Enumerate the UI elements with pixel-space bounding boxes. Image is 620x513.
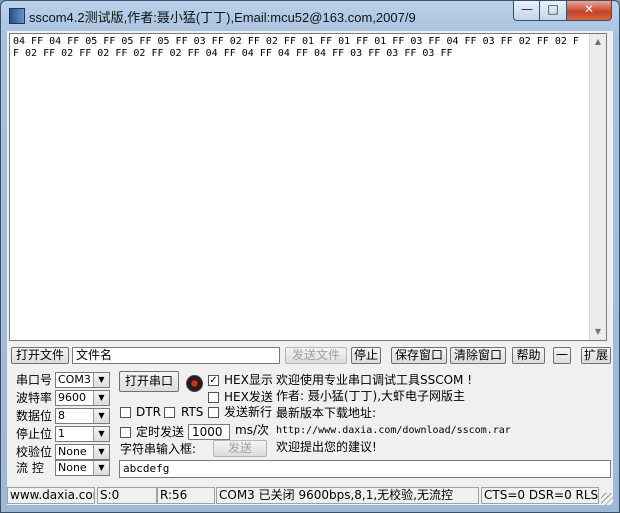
stopbits-label: 停止位 <box>16 427 53 441</box>
flow-select[interactable]: None ▼ <box>55 460 110 476</box>
status-site: www.daxia.cor <box>7 487 95 504</box>
stopbits-value: 1 <box>58 427 65 440</box>
send-newline-checkbox[interactable] <box>208 407 219 418</box>
stopbits-select[interactable]: 1 ▼ <box>55 426 110 442</box>
app-window: sscom4.2测试版,作者:聂小猛(丁丁),Email:mcu52@163.c… <box>0 0 620 513</box>
chevron-down-icon[interactable]: ▼ <box>93 445 109 459</box>
status-sent-count: S:0 <box>97 487 157 504</box>
send-input-field[interactable]: abcdefg <box>119 460 611 478</box>
char-input-label: 字符串输入框: <box>120 442 197 456</box>
databits-value: 8 <box>58 409 65 422</box>
info-line-3: 最新版本下载地址: <box>276 406 377 420</box>
client-area: 04 FF 04 FF 05 FF 05 FF 05 FF 03 FF 02 F… <box>7 31 613 505</box>
send-file-button[interactable]: 发送文件 <box>285 347 347 364</box>
parity-select[interactable]: None ▼ <box>55 444 110 460</box>
hex-display-label: HEX显示 <box>224 373 273 387</box>
baud-value: 9600 <box>58 391 86 404</box>
dtr-label: DTR <box>136 405 161 419</box>
port-label: 串口号 <box>16 373 53 387</box>
file-name-field[interactable]: 文件名 <box>72 347 280 364</box>
databits-label: 数据位 <box>16 409 53 423</box>
clear-window-button[interactable]: 清除窗口 <box>450 347 506 364</box>
status-signals: CTS=0 DSR=0 RLSI <box>481 487 599 504</box>
close-button[interactable]: ✕ <box>566 1 612 21</box>
flow-label: 流 控 <box>16 461 44 475</box>
status-received-count: R:56 <box>157 487 215 504</box>
parity-label: 校验位 <box>16 445 53 459</box>
info-line-2: 作者: 聂小猛(丁丁),大虾电子网版主 <box>276 389 466 403</box>
status-bar: www.daxia.cor S:0 R:56 COM3 已关闭 9600bps,… <box>7 485 613 505</box>
baud-label: 波特率 <box>16 391 53 405</box>
resize-grip-icon[interactable] <box>601 493 613 505</box>
info-line-1: 欢迎使用专业串口调试工具SSCOM ! <box>276 373 473 387</box>
chevron-down-icon[interactable]: ▼ <box>93 391 109 405</box>
chevron-down-icon[interactable]: ▼ <box>93 427 109 441</box>
port-select[interactable]: COM3 ▼ <box>55 372 110 388</box>
scroll-up-icon[interactable]: ▲ <box>590 34 606 50</box>
interval-unit-label: ms/次 <box>235 423 269 437</box>
scroll-down-icon[interactable]: ▼ <box>590 324 606 340</box>
dtr-checkbox[interactable] <box>120 407 131 418</box>
help-button[interactable]: 帮助 <box>512 347 545 364</box>
databits-select[interactable]: 8 ▼ <box>55 408 110 424</box>
title-bar[interactable]: sscom4.2测试版,作者:聂小猛(丁丁),Email:mcu52@163.c… <box>1 1 619 31</box>
hex-display-checkbox[interactable]: ✓ <box>208 375 219 386</box>
open-file-button[interactable]: 打开文件 <box>11 347 69 364</box>
send-button[interactable]: 发送 <box>213 440 267 457</box>
baud-select[interactable]: 9600 ▼ <box>55 390 110 406</box>
minimize-button[interactable]: — <box>513 1 541 21</box>
hex-send-label: HEX发送 <box>224 390 273 404</box>
flow-value: None <box>58 461 87 474</box>
vertical-scrollbar[interactable]: ▲ ▼ <box>589 34 606 340</box>
maximize-button[interactable]: □ <box>539 1 567 21</box>
received-data-text: 04 FF 04 FF 05 FF 05 FF 05 FF 03 FF 02 F… <box>13 36 579 59</box>
open-port-button[interactable]: 打开串口 <box>119 371 179 392</box>
port-value: COM3 <box>58 373 91 386</box>
info-line-5: 欢迎提出您的建议! <box>276 440 377 454</box>
chevron-down-icon[interactable]: ▼ <box>93 409 109 423</box>
port-status-led-icon <box>186 375 203 392</box>
rts-label: RTS <box>181 405 204 419</box>
window-title: sscom4.2测试版,作者:聂小猛(丁丁),Email:mcu52@163.c… <box>29 10 416 25</box>
download-url[interactable]: http://www.daxia.com/download/sscom.rar <box>276 423 511 439</box>
expand-button[interactable]: 扩展 <box>581 347 611 364</box>
receive-area[interactable]: 04 FF 04 FF 05 FF 05 FF 05 FF 03 FF 02 F… <box>9 33 607 341</box>
parity-value: None <box>58 445 87 458</box>
timed-send-checkbox[interactable] <box>120 427 131 438</box>
info-panel: 欢迎使用专业串口调试工具SSCOM ! 作者: 聂小猛(丁丁),大虾电子网版主 … <box>273 370 611 456</box>
chevron-down-icon[interactable]: ▼ <box>93 373 109 387</box>
save-window-button[interactable]: 保存窗口 <box>391 347 447 364</box>
rts-checkbox[interactable] <box>164 407 175 418</box>
chevron-down-icon[interactable]: ▼ <box>93 461 109 475</box>
collapse-button[interactable]: 一 <box>553 347 571 364</box>
status-port-state: COM3 已关闭 9600bps,8,1,无校验,无流控 <box>216 487 479 504</box>
stop-button[interactable]: 停止 <box>351 347 381 364</box>
send-newline-label: 发送新行 <box>224 405 273 419</box>
hex-send-checkbox[interactable] <box>208 392 219 403</box>
interval-field[interactable]: 1000 <box>188 424 230 440</box>
app-icon <box>9 8 25 24</box>
timed-send-label: 定时发送 <box>136 425 185 439</box>
